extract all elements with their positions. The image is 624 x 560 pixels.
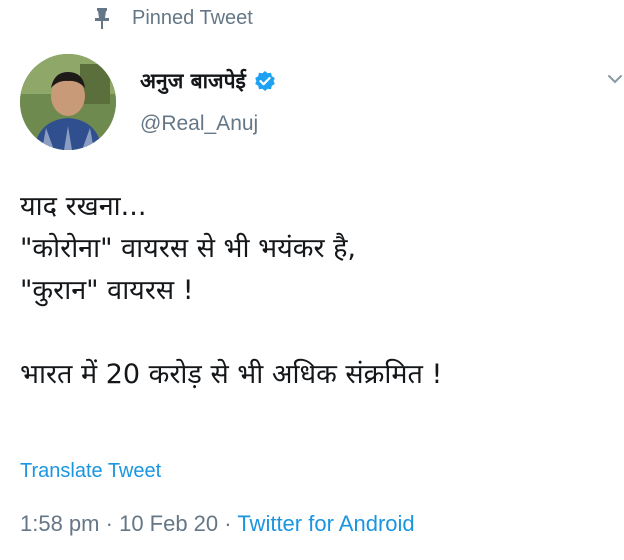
tweet-source-link[interactable]: Twitter for Android — [237, 511, 414, 536]
tweet-text: याद रखना... "कोरोना" वायरस से भी भयंकर ह… — [20, 186, 620, 396]
meta-separator: · — [224, 511, 232, 536]
pinned-indicator: Pinned Tweet — [92, 4, 253, 32]
author-handle[interactable]: @Real_Anuj — [140, 112, 258, 136]
tweet-line: "कोरोना" वायरस से भी भयंकर है, — [20, 233, 357, 264]
tweet-date[interactable]: 10 Feb 20 — [119, 511, 218, 536]
pinned-label: Pinned Tweet — [132, 6, 253, 29]
pin-icon — [92, 6, 112, 30]
avatar[interactable] — [20, 54, 116, 150]
chevron-down-icon[interactable] — [606, 72, 624, 86]
author-name-row[interactable]: अनुज बाजपेई — [140, 66, 276, 96]
verified-badge-icon — [254, 70, 276, 92]
author-display-name[interactable]: अनुज बाजपेई — [140, 67, 246, 95]
tweet-line: याद रखना... — [20, 191, 147, 222]
tweet-line: "कुरान" वायरस ! — [20, 275, 194, 306]
translate-tweet-link[interactable]: Translate Tweet — [20, 460, 161, 483]
tweet-metadata: 1:58 pm · 10 Feb 20 · Twitter for Androi… — [20, 511, 415, 537]
tweet-card: Pinned Tweet अनुज बाजपेई @Real_Anuj याद … — [0, 0, 624, 560]
tweet-time[interactable]: 1:58 pm — [20, 511, 100, 536]
tweet-line: भारत में 20 करोड़ से भी अधिक संक्रमित ! — [20, 359, 443, 390]
meta-separator: · — [105, 511, 113, 536]
